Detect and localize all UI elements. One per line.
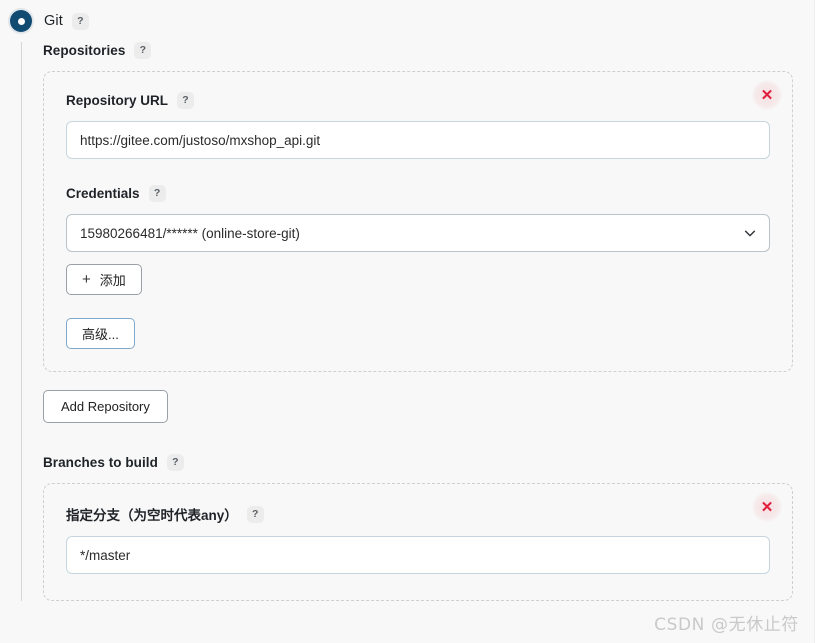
repository-url-label-row: Repository URL ? (66, 92, 770, 109)
branch-block: ✕ 指定分支（为空时代表any） ? (43, 483, 793, 601)
help-icon-branches[interactable]: ? (166, 454, 184, 471)
branches-label-row: Branches to build ? (43, 454, 793, 471)
help-icon-repository-url[interactable]: ? (177, 92, 195, 109)
help-icon-branch-spec[interactable]: ? (246, 505, 264, 523)
delete-branch-button[interactable]: ✕ (752, 492, 782, 522)
help-icon-credentials[interactable]: ? (148, 185, 166, 202)
help-icon-repositories[interactable]: ? (134, 42, 152, 59)
close-icon: ✕ (760, 498, 774, 516)
add-repository-row: Add Repository (43, 390, 793, 423)
watermark: CSDN @无休止符 (654, 615, 799, 635)
git-radio-button[interactable] (10, 10, 32, 32)
delete-repository-button[interactable]: ✕ (752, 80, 782, 110)
repositories-label-row: Repositories ? (43, 42, 793, 59)
plus-icon: + (82, 271, 91, 288)
repository-block: ✕ Repository URL ? Credentials ? (43, 71, 793, 372)
advanced-label: 高级... (82, 327, 119, 342)
indent-rail (21, 42, 22, 601)
help-icon-git[interactable]: ? (71, 12, 89, 30)
close-icon: ✕ (760, 86, 774, 104)
advanced-button[interactable]: 高级... (66, 318, 135, 349)
repository-url-input[interactable] (66, 121, 770, 159)
git-config-indent: Repositories ? ✕ Repository URL ? Creden… (21, 42, 815, 601)
repository-url-label: Repository URL (66, 93, 169, 108)
scm-selector-header: Git ? (0, 0, 815, 42)
add-credential-label: 添加 (99, 273, 126, 288)
credentials-label: Credentials (66, 186, 140, 201)
credentials-select[interactable] (66, 214, 770, 252)
add-credential-row: + 添加 (66, 264, 770, 295)
advanced-row: 高级... (66, 318, 770, 349)
branch-spec-label: 指定分支（为空时代表any） (66, 508, 238, 523)
repositories-label: Repositories (43, 43, 126, 58)
git-config-body: Repositories ? ✕ Repository URL ? Creden… (0, 42, 815, 601)
add-repository-button[interactable]: Add Repository (43, 390, 168, 423)
credentials-select-wrap (66, 214, 770, 252)
branch-spec-label-row: 指定分支（为空时代表any） ? (66, 504, 770, 524)
branches-to-build-label: Branches to build (43, 455, 158, 470)
scm-title: Git (44, 13, 63, 29)
add-repository-label: Add Repository (61, 399, 150, 414)
branch-spec-input[interactable] (66, 536, 770, 574)
credentials-label-row: Credentials ? (66, 185, 770, 202)
add-credential-button[interactable]: + 添加 (66, 264, 142, 295)
